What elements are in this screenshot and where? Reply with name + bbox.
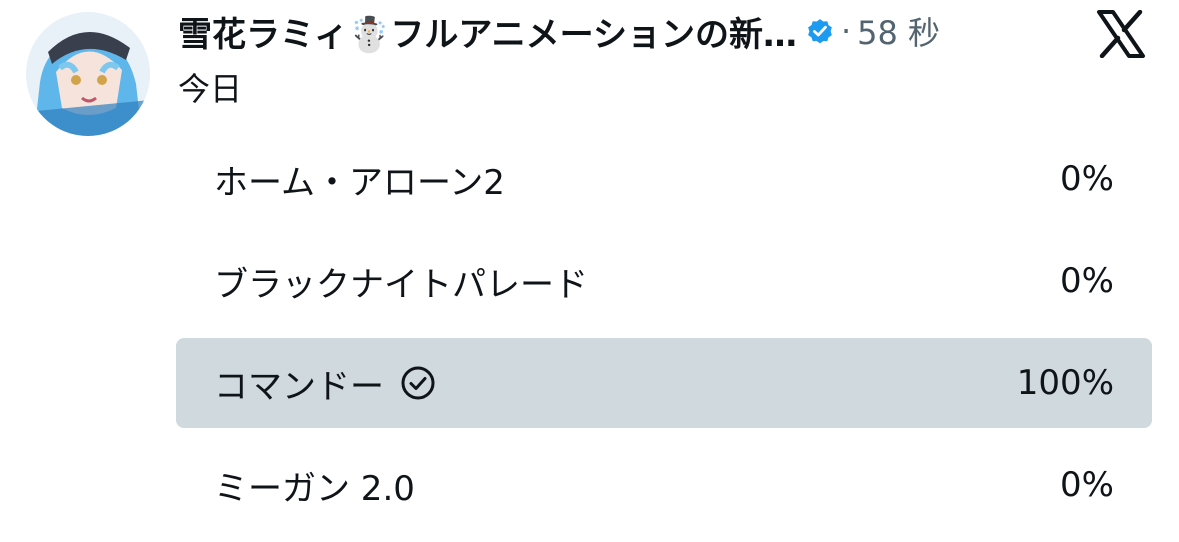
verified-badge-icon [805,16,835,46]
check-circle-icon [400,365,436,401]
poll-option-label: コマンドー [214,366,384,407]
poll-option-label-row: コマンドー [214,338,436,428]
poll-option[interactable]: コマンドー 100% [176,338,1152,428]
poll-option-label: ブラックナイトパレード [214,264,588,305]
avatar[interactable] [26,12,150,136]
poll-option-percent: 0% [1060,159,1114,199]
timestamp[interactable]: 58 秒 [857,8,940,54]
poll-option[interactable]: ミーガン 2.0 0% [176,440,1152,530]
poll-option[interactable]: ブラックナイトパレード 0% [176,236,1152,326]
display-name[interactable]: 雪花ラミィ☃️フルアニメーションの新… [178,7,797,56]
poll: ホーム・アローン2 0% ブラックナイトパレード 0% コマンドー 100% ミーガン 2.… [176,134,1152,542]
poll-option-percent: 0% [1060,465,1114,505]
x-logo-icon[interactable] [1096,9,1146,59]
poll-option-label-row: ミーガン 2.0 [214,440,415,530]
poll-option-label-row: ホーム・アローン2 [214,134,505,224]
poll-option-percent: 100% [1016,363,1114,403]
separator-dot: · [840,12,852,50]
poll-option-label: ミーガン 2.0 [214,468,415,509]
poll-option-label: ホーム・アローン2 [214,162,505,203]
poll-option-label-row: ブラックナイトパレード [214,236,588,326]
poll-option[interactable]: ホーム・アローン2 0% [176,134,1152,224]
poll-subtitle: 今日 [178,70,243,108]
poll-option-percent: 0% [1060,261,1114,301]
